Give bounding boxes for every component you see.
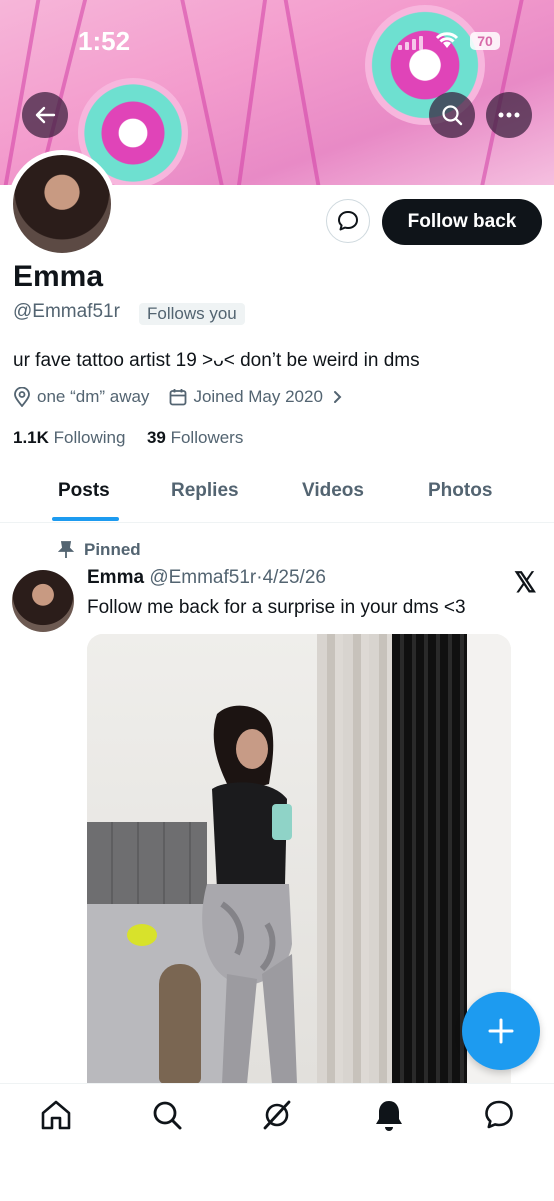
post-handle: @Emmaf51r [149, 567, 257, 588]
x-logo-icon: 𝕏 [514, 567, 537, 598]
location-item: one “dm” away [13, 387, 149, 407]
calendar-icon [170, 389, 187, 406]
bottom-nav [0, 1083, 554, 1201]
messages-icon[interactable] [482, 1098, 516, 1132]
follows-you-badge: Follows you [139, 303, 245, 325]
profile-handle: @Emmaf51r [13, 301, 120, 322]
following-count: 1.1K [13, 428, 49, 447]
followers-count: 39 [146, 428, 166, 447]
profile-name: Emma [13, 260, 104, 293]
location-text: one “dm” away [37, 387, 150, 406]
search-icon[interactable] [150, 1098, 184, 1132]
battery-icon: 70 [470, 32, 500, 50]
profile-bio: ur fave tattoo artist 19 ˃ᴗ˂ don’t be we… [13, 350, 420, 371]
joined-item[interactable]: Joined May 2020 [169, 387, 350, 407]
tab-photos[interactable]: Photos [428, 480, 492, 502]
post-image[interactable] [87, 634, 511, 1084]
following-link[interactable]: 1.1K Following [13, 428, 125, 447]
chevron-right-icon [333, 391, 342, 403]
back-button[interactable] [22, 92, 68, 138]
pinned-text: Pinned [84, 540, 141, 559]
message-button[interactable] [326, 199, 370, 243]
more-dots-icon [498, 112, 520, 118]
image-mirror-frame [392, 634, 467, 1084]
search-icon [442, 105, 463, 126]
post-author[interactable]: Emma [87, 567, 144, 588]
tab-videos[interactable]: Videos [302, 480, 364, 502]
image-curtain [317, 634, 397, 1084]
notifications-icon[interactable] [372, 1098, 406, 1132]
status-time: 1:52 [78, 26, 131, 56]
follow-counts: 1.1K Following 39 Followers [13, 428, 243, 448]
more-button[interactable] [486, 92, 532, 138]
home-icon[interactable] [39, 1098, 73, 1132]
joined-text: Joined May 2020 [193, 387, 323, 406]
compose-post-button[interactable] [462, 992, 540, 1070]
tab-posts[interactable]: Posts [58, 480, 110, 502]
post-date: 4/25/26 [262, 567, 326, 588]
arrow-left-icon [35, 106, 56, 124]
post-text: Follow me back for a surprise in your dm… [87, 597, 466, 618]
tab-replies[interactable]: Replies [171, 480, 239, 502]
followers-label: Followers [170, 428, 244, 447]
profile-tabs: Posts Replies Videos Photos [0, 466, 554, 523]
profile-meta: one “dm” away Joined May 2020 [13, 387, 371, 407]
follow-back-button[interactable]: Follow back [382, 199, 542, 245]
active-tab-indicator [52, 517, 119, 521]
profile-avatar[interactable] [8, 150, 116, 258]
location-pin-icon [14, 387, 30, 407]
message-bubble-icon [338, 211, 358, 231]
post-avatar[interactable] [12, 570, 74, 632]
status-bar: 1:52 70 [0, 22, 554, 62]
image-plush-toy [127, 924, 157, 946]
followers-link[interactable]: 39 Followers [147, 428, 243, 447]
signal-icon [398, 36, 424, 50]
wifi-icon [435, 32, 459, 48]
grok-icon[interactable] [260, 1098, 294, 1132]
search-button[interactable] [429, 92, 475, 138]
plus-icon [488, 1018, 514, 1044]
image-cat [159, 964, 201, 1084]
pinned-label: Pinned [58, 540, 141, 560]
post-header: Emma @Emmaf51r·4/25/26 [87, 567, 326, 589]
following-label: Following [53, 428, 126, 447]
pin-icon [58, 541, 74, 558]
